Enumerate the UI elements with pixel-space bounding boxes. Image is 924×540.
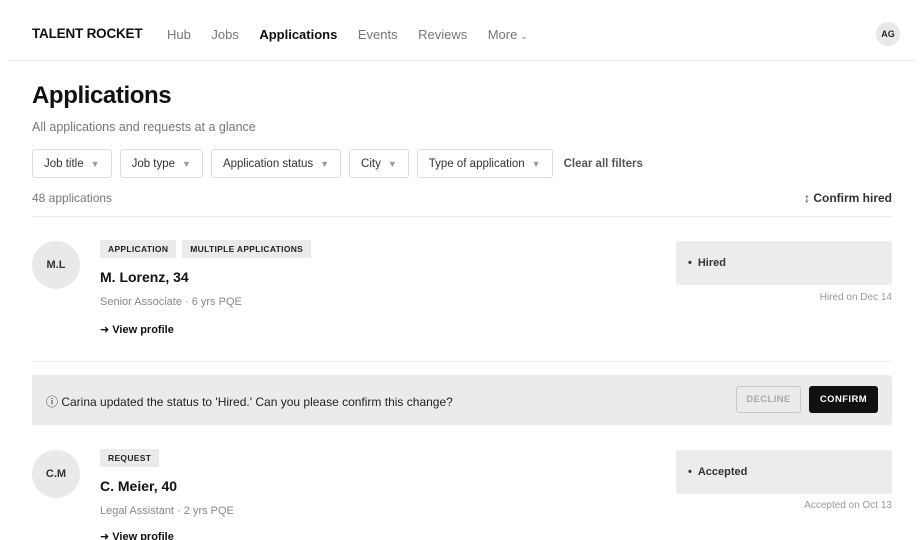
tag-list: REQUEST	[100, 449, 165, 467]
candidate-name: M. Lorenz, 34	[100, 269, 189, 285]
decline-button[interactable]: DECLINE	[736, 386, 801, 413]
type-badge: MULTIPLE APPLICATIONS	[182, 240, 312, 258]
candidate-avatar: C.M	[32, 450, 80, 498]
status-badge: • Accepted	[676, 450, 892, 494]
status-date: Accepted on Oct 13	[804, 500, 892, 511]
divider	[32, 216, 892, 217]
caret-down-icon: ▼	[90, 158, 100, 169]
status-bullet: •	[688, 466, 692, 478]
view-profile-link[interactable]: ➜ View profile	[100, 323, 174, 336]
status-label: Hired	[697, 257, 726, 269]
user-avatar[interactable]: AG	[876, 22, 900, 46]
nav-item-events[interactable]: Events	[358, 27, 398, 42]
filter-label: Application status	[222, 157, 314, 170]
main-nav: Hub Jobs Applications Events Reviews Mor…	[167, 27, 548, 42]
sort-confirm-hired-button[interactable]: ↕ Confirm hired	[804, 191, 892, 205]
type-badge: REQUEST	[100, 449, 160, 467]
caret-down-icon: ▼	[531, 158, 541, 169]
status-change-banner: ⓘ Carina updated the status to 'Hired.' …	[32, 375, 892, 425]
candidate-meta: Legal Assistant · 2 yrs PQE	[100, 505, 234, 517]
nav-item-reviews[interactable]: Reviews	[418, 27, 467, 42]
status-date: Hired on Dec 14	[819, 292, 892, 303]
candidate-name: C. Meier, 40	[100, 478, 178, 494]
page-title: Applications	[32, 82, 172, 109]
status-badge: • Hired	[676, 241, 892, 285]
candidate-meta: Senior Associate · 6 yrs PQE	[100, 296, 242, 308]
filter-job-type[interactable]: Job type ▼	[119, 149, 203, 178]
chevron-down-icon: ⌄	[520, 31, 528, 41]
clear-filters-button[interactable]: Clear all filters	[564, 158, 643, 170]
banner-message: ⓘ Carina updated the status to 'Hired.' …	[46, 395, 453, 409]
filter-label: Type of application	[428, 157, 525, 170]
caret-down-icon: ▼	[320, 158, 330, 169]
filter-label: City	[361, 157, 381, 170]
nav-item-more[interactable]: More ⌄	[488, 27, 528, 42]
filter-job-title[interactable]: Job title ▼	[32, 149, 112, 178]
filter-type-of-application[interactable]: Type of application ▼	[416, 149, 553, 178]
nav-more-label: More	[487, 27, 518, 42]
status-label: Accepted	[697, 466, 748, 478]
type-badge: APPLICATION	[100, 240, 177, 258]
app-logo[interactable]: TALENT ROCKET	[32, 26, 143, 41]
filter-label: Job title	[44, 157, 84, 170]
filter-application-status[interactable]: Application status ▼	[210, 149, 342, 178]
nav-item-applications[interactable]: Applications	[259, 27, 337, 42]
filter-bar: Job title ▼ Job type ▼ Application status ▼…	[32, 149, 643, 178]
status-bullet: •	[688, 257, 692, 269]
confirm-button[interactable]: CONFIRM	[809, 386, 878, 413]
application-card: M.L APPLICATION MULTIPLE APPLICATIONS M.…	[32, 240, 892, 362]
candidate-avatar: M.L	[32, 241, 80, 289]
top-navigation-bar: TALENT ROCKET Hub Jobs Applications Even…	[8, 0, 916, 61]
view-profile-link[interactable]: ➜ View profile	[100, 530, 174, 540]
application-card: C.M REQUEST C. Meier, 40 Legal Assistant…	[32, 449, 892, 540]
page-subtitle: All applications and requests at a glanc…	[32, 120, 256, 134]
nav-item-jobs[interactable]: Jobs	[211, 27, 238, 42]
filter-label: Job type	[131, 157, 176, 170]
caret-down-icon: ▼	[387, 158, 397, 169]
caret-down-icon: ▼	[182, 158, 191, 169]
filter-city[interactable]: City ▼	[349, 149, 409, 178]
application-count: 48 applications	[32, 191, 113, 205]
nav-item-hub[interactable]: Hub	[167, 27, 191, 42]
tag-list: APPLICATION MULTIPLE APPLICATIONS	[100, 240, 317, 258]
